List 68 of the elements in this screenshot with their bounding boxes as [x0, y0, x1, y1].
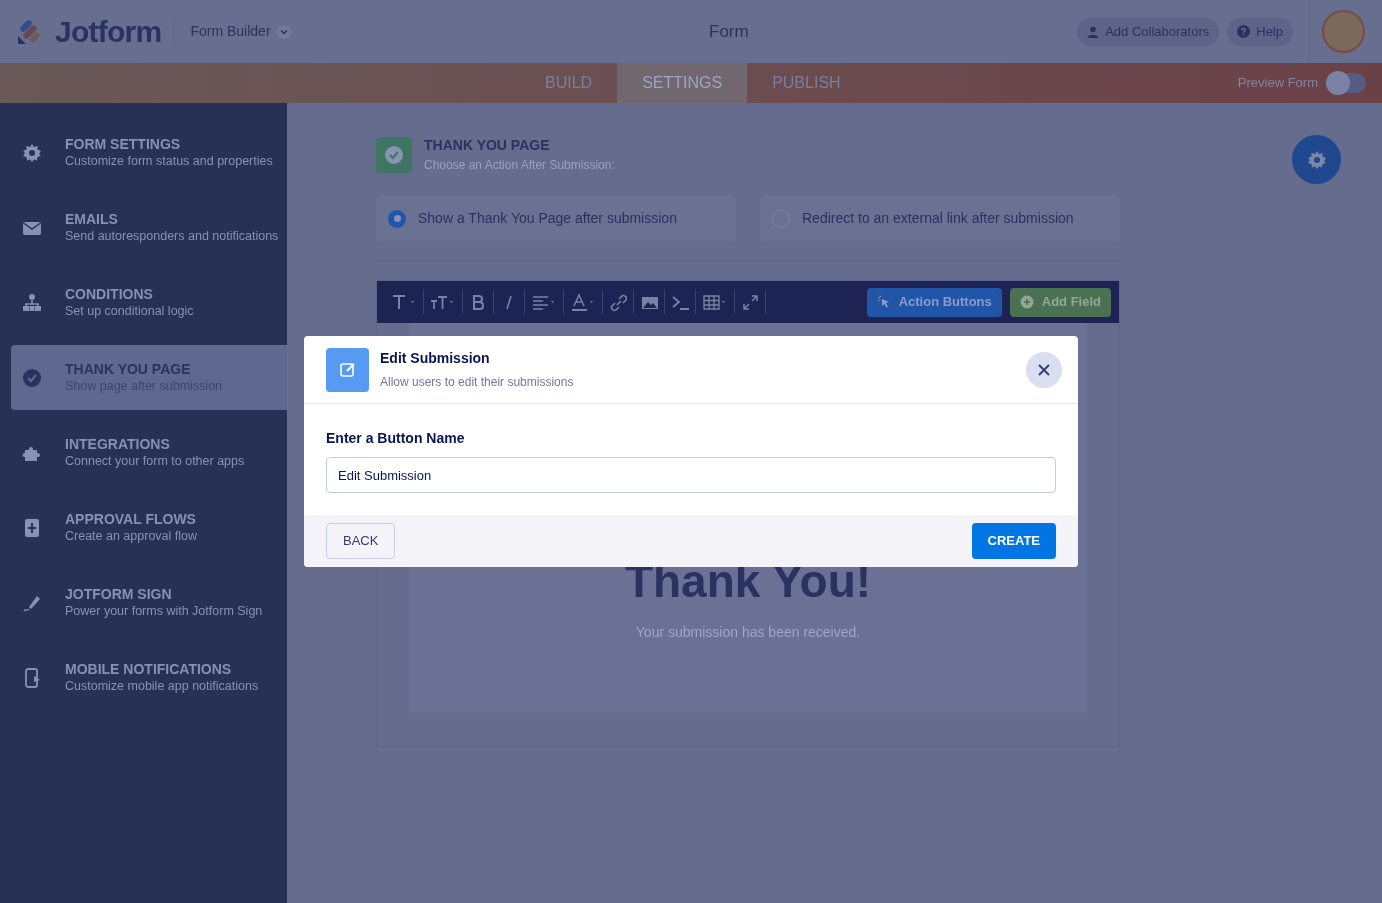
form-title: Form — [709, 20, 749, 43]
nav-tab[interactable]: PUBLISH — [747, 63, 866, 103]
align-icon[interactable] — [531, 293, 557, 311]
add-field-button[interactable]: Add Field — [1009, 287, 1111, 317]
close-icon — [1038, 363, 1050, 376]
sidebar-item-title: EMAILS — [65, 210, 119, 228]
form-builder-dropdown[interactable]: Form Builder — [190, 21, 291, 42]
section-title: THANK YOU PAGE — [424, 136, 551, 155]
check-badge-icon — [376, 136, 412, 173]
create-button[interactable]: CREATE — [971, 523, 1056, 559]
sidebar-item-title: JOTFORM SIGN — [65, 585, 173, 603]
sidebar-item-subtitle: Set up conditional logic — [65, 303, 194, 320]
flow-icon — [22, 517, 42, 538]
table-icon[interactable] — [702, 293, 728, 311]
sidebar-item-title: APPROVAL FLOWS — [65, 510, 197, 528]
nav-tab[interactable]: SETTINGS — [617, 63, 748, 103]
sidebar-item[interactable]: EMAILS Send autoresponders and notifications — [11, 195, 287, 260]
sidebar-item[interactable]: FORM SETTINGS Customize form status and properties — [11, 120, 287, 185]
person-icon — [1087, 25, 1100, 38]
preview-toggle[interactable] — [1326, 73, 1366, 93]
action-buttons-button[interactable]: Action Buttons — [866, 287, 1002, 317]
sidebar-item[interactable]: MOBILE NOTIFICATIONS Customize mobile app notifications — [11, 645, 287, 710]
option-label: Show a Thank You Page after submission — [418, 209, 677, 228]
phone-icon — [22, 667, 42, 688]
hierarchy-icon — [22, 292, 42, 313]
sidebar-item[interactable]: CONDITIONS Set up conditional logic — [11, 270, 287, 335]
logo-text: Jotform — [55, 14, 162, 50]
modal-title: Edit Submission — [380, 349, 491, 368]
expand-icon[interactable] — [741, 293, 759, 311]
field-label: Enter a Button Name — [326, 429, 466, 448]
check-circle-icon — [22, 367, 42, 388]
sidebar-item-subtitle: Send autoresponders and notifications — [65, 228, 279, 245]
radio-option[interactable]: Show a Thank You Page after submission — [376, 196, 736, 241]
modal-subtitle: Allow users to edit their submissions — [380, 374, 574, 391]
cursor-click-icon — [876, 295, 891, 309]
logo-icon — [17, 18, 43, 45]
sidebar-item-title: MOBILE NOTIFICATIONS — [65, 660, 233, 678]
close-button[interactable] — [1026, 351, 1062, 388]
sidebar-item[interactable]: APPROVAL FLOWS Create an approval flow — [11, 495, 287, 560]
gear-icon — [1306, 149, 1327, 170]
settings-fab[interactable] — [1292, 135, 1341, 184]
sidebar-item[interactable]: INTEGRATIONS Connect your form to other apps — [11, 420, 287, 485]
sidebar-item-subtitle: Create an approval flow — [65, 528, 198, 545]
sidebar-item-subtitle: Power your forms with Jotform Sign — [65, 603, 263, 620]
chevron-icon — [276, 24, 291, 39]
plus-circle-icon — [1019, 295, 1034, 309]
sidebar-item-subtitle: Customize form status and properties — [65, 153, 273, 170]
font-color-icon[interactable] — [570, 293, 596, 311]
option-label: Redirect to an external link after submission — [802, 209, 1074, 228]
button-name-input[interactable]: Edit Submission — [326, 457, 1056, 493]
radio-option[interactable]: Redirect to an external link after submission — [760, 196, 1120, 241]
text-format-icon[interactable] — [391, 293, 417, 311]
sidebar-item-subtitle: Customize mobile app notifications — [65, 678, 259, 695]
back-button[interactable]: BACK — [326, 523, 396, 559]
sidebar-item-title: CONDITIONS — [65, 285, 154, 303]
radio-button[interactable] — [388, 209, 406, 228]
help-icon — [1237, 25, 1251, 38]
code-icon[interactable] — [671, 293, 689, 311]
link-icon[interactable] — [609, 293, 627, 311]
sidebar-item-subtitle: Connect your form to other apps — [65, 453, 245, 470]
gear-icon — [22, 142, 42, 163]
preview-form-label: Preview Form — [1237, 74, 1318, 93]
nav-tab[interactable]: BUILD — [520, 63, 618, 103]
font-size-icon[interactable] — [430, 293, 456, 311]
sidebar-item-title: FORM SETTINGS — [65, 135, 182, 153]
edit-icon — [326, 347, 369, 392]
sidebar-item-title: INTEGRATIONS — [65, 435, 171, 453]
sidebar-item[interactable]: JOTFORM SIGN Power your forms with Jotform Sign — [11, 570, 287, 635]
